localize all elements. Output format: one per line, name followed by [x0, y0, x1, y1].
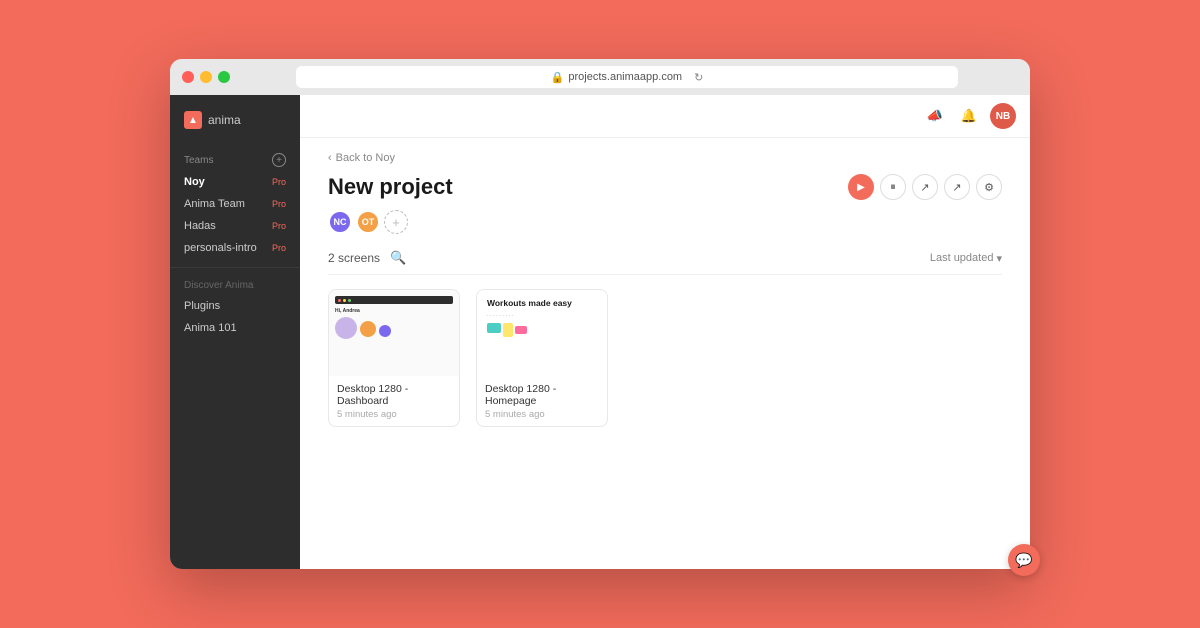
sidebar-item-plugins[interactable]: Plugins — [170, 295, 300, 317]
screens-count: 2 screens — [328, 251, 380, 265]
settings-button[interactable]: ⚙ — [976, 174, 1002, 200]
chat-icon: 💬 — [1015, 552, 1032, 569]
dash-dot-red — [338, 299, 341, 302]
chat-button[interactable]: 💬 — [1008, 544, 1040, 576]
megaphone-icon[interactable]: 📣 — [922, 103, 948, 129]
hp-shape-1 — [487, 323, 501, 333]
member-nc-initials: NC — [334, 217, 347, 227]
sort-arrow-icon: ▾ — [996, 252, 1002, 265]
dash-greeting: Hi, Andrea — [335, 308, 453, 314]
member-avatar-nc: NC — [328, 210, 352, 234]
share-button[interactable]: ↗ — [944, 174, 970, 200]
dashboard-thumbnail: Hi, Andrea — [329, 290, 459, 376]
add-member-button[interactable]: + — [384, 210, 408, 234]
card-name-dashboard: Desktop 1280 - Dashboard — [337, 383, 451, 407]
teams-section-label: Teams + — [170, 145, 300, 171]
user-avatar[interactable]: NB — [990, 103, 1016, 129]
dash-blob-3 — [379, 325, 391, 337]
sort-dropdown[interactable]: Last updated ▾ — [930, 252, 1002, 265]
card-thumbnail-homepage: Workouts made easy · · · · · · · · · — [477, 290, 607, 376]
lock-icon: 🔒 — [551, 71, 565, 84]
members-row: NC OT + — [328, 210, 1002, 234]
hp-shape-3 — [515, 326, 527, 334]
sort-label: Last updated — [930, 252, 994, 264]
sidebar-item-anima101[interactable]: Anima 101 — [170, 317, 300, 339]
screen-card-dashboard[interactable]: Hi, Andrea Desktop 1280 - Dashboard 5 mi — [328, 289, 460, 427]
dash-dot-yellow — [343, 299, 346, 302]
homepage-thumbnail: Workouts made easy · · · · · · · · · — [477, 290, 607, 376]
back-link-text: Back to Noy — [336, 152, 395, 164]
bell-icon[interactable]: 🔔 — [956, 103, 982, 129]
play-button[interactable]: ▶ — [848, 174, 874, 200]
member-avatar-ot: OT — [356, 210, 380, 234]
sidebar-divider — [170, 267, 300, 268]
traffic-light-green[interactable] — [218, 71, 230, 83]
sidebar-item-anima-team[interactable]: Anima Team Pro — [170, 193, 300, 215]
card-time-homepage: 5 minutes ago — [485, 409, 599, 420]
team-noy-label: Noy — [184, 176, 205, 188]
sidebar: ▲ anima Teams + Noy Pro Anima Team Pro H… — [170, 95, 300, 569]
sidebar-item-noy[interactable]: Noy Pro — [170, 171, 300, 193]
team-anima-badge: Pro — [272, 199, 286, 209]
hp-shape-2 — [503, 323, 513, 337]
homepage-thumbnail-title: Workouts made easy — [487, 298, 597, 308]
back-link[interactable]: ‹ Back to Noy — [328, 152, 1002, 164]
homepage-subtitle: · · · · · · · · · — [487, 313, 597, 319]
card-info-dashboard: Desktop 1280 - Dashboard 5 minutes ago — [329, 376, 459, 426]
project-actions: ▶ ⏸ ↗ ↗ ⚙ — [848, 174, 1002, 200]
back-chevron-icon: ‹ — [328, 152, 332, 164]
browser-body: ▲ anima Teams + Noy Pro Anima Team Pro H… — [170, 95, 1030, 569]
add-team-button[interactable]: + — [272, 153, 286, 167]
browser-window: 🔒 projects.animaapp.com ↻ ▲ anima Teams … — [170, 59, 1030, 569]
card-time-dashboard: 5 minutes ago — [337, 409, 451, 420]
plugins-label: Plugins — [184, 300, 220, 312]
card-thumbnail-dashboard: Hi, Andrea — [329, 290, 459, 376]
pause-button[interactable]: ⏸ — [880, 174, 906, 200]
content-area: ‹ Back to Noy New project ▶ ⏸ ↗ ↗ ⚙ — [300, 138, 1030, 569]
team-anima-label: Anima Team — [184, 198, 245, 210]
project-title: New project — [328, 174, 453, 200]
anima101-label: Anima 101 — [184, 322, 237, 334]
traffic-light-yellow[interactable] — [200, 71, 212, 83]
main-content: 📣 🔔 NB ‹ Back to Noy New project ▶ — [300, 95, 1030, 569]
team-personals-badge: Pro — [272, 243, 286, 253]
dash-header — [335, 296, 453, 304]
refresh-icon[interactable]: ↻ — [694, 71, 703, 84]
homepage-shapes — [487, 323, 597, 337]
discover-label: Discover Anima — [170, 276, 300, 295]
cards-grid: Hi, Andrea Desktop 1280 - Dashboard 5 mi — [328, 289, 1002, 427]
dash-dot-green — [348, 299, 351, 302]
sidebar-logo: ▲ anima — [170, 107, 300, 145]
sidebar-logo-text: anima — [208, 113, 241, 127]
card-info-homepage: Desktop 1280 - Homepage 5 minutes ago — [477, 376, 607, 426]
avatar-initials: NB — [996, 111, 1010, 122]
dash-blobs — [335, 317, 453, 339]
member-ot-initials: OT — [362, 217, 375, 227]
url-bar: 🔒 projects.animaapp.com ↻ — [296, 66, 958, 88]
traffic-light-red[interactable] — [182, 71, 194, 83]
topbar: 📣 🔔 NB — [300, 95, 1030, 138]
dash-blob-2 — [360, 321, 376, 337]
team-personals-label: personals-intro — [184, 242, 257, 254]
team-hadas-label: Hadas — [184, 220, 216, 232]
card-name-homepage: Desktop 1280 - Homepage — [485, 383, 599, 407]
anima-logo-icon: ▲ — [184, 111, 202, 129]
screens-left: 2 screens 🔍 — [328, 250, 406, 266]
url-text: projects.animaapp.com — [568, 71, 682, 83]
search-button[interactable]: 🔍 — [390, 250, 406, 266]
share-link-button[interactable]: ↗ — [912, 174, 938, 200]
browser-titlebar: 🔒 projects.animaapp.com ↻ — [170, 59, 1030, 95]
screen-card-homepage[interactable]: Workouts made easy · · · · · · · · · D — [476, 289, 608, 427]
sidebar-item-hadas[interactable]: Hadas Pro — [170, 215, 300, 237]
project-header: New project ▶ ⏸ ↗ ↗ ⚙ — [328, 174, 1002, 200]
sidebar-item-personals[interactable]: personals-intro Pro — [170, 237, 300, 259]
team-noy-badge: Pro — [272, 177, 286, 187]
team-hadas-badge: Pro — [272, 221, 286, 231]
screens-bar: 2 screens 🔍 Last updated ▾ — [328, 250, 1002, 275]
dash-blob-1 — [335, 317, 357, 339]
